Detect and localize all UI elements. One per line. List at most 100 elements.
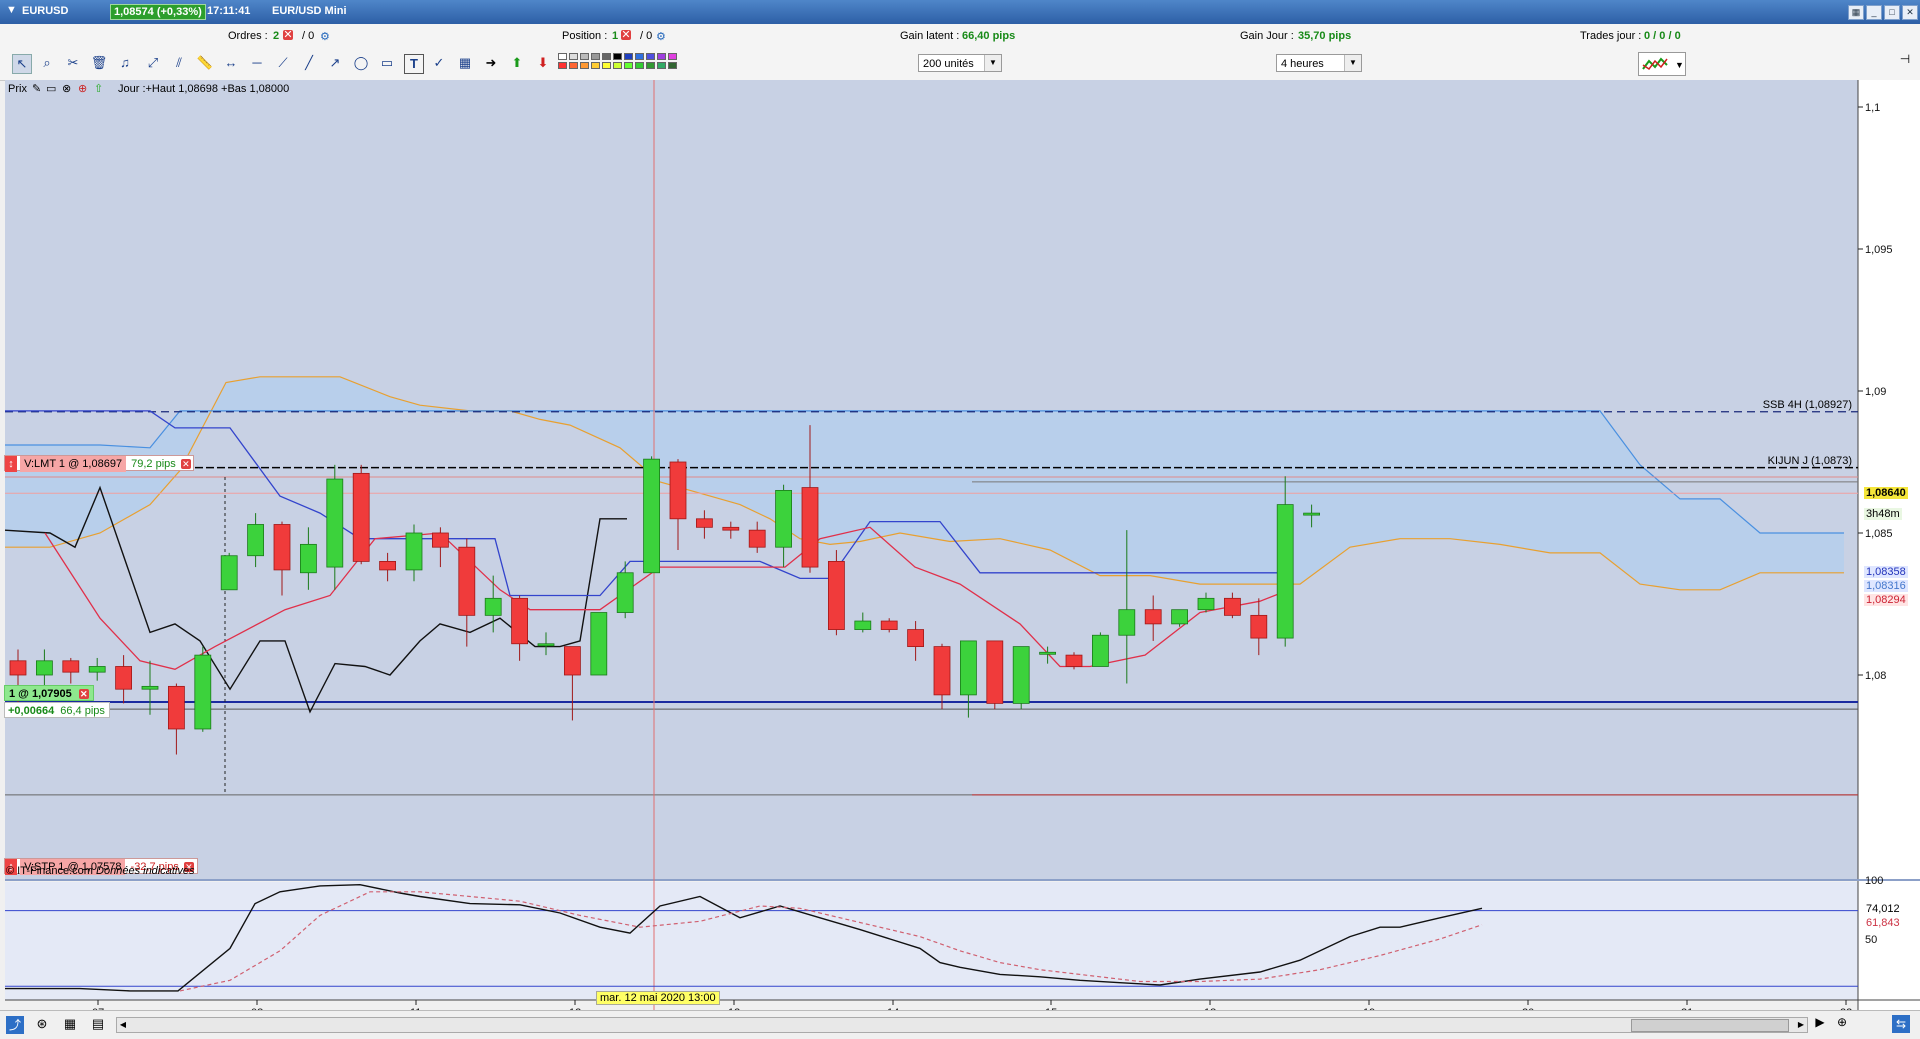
position-close-icon[interactable]: ✕ [78,689,89,699]
candle-body [1012,646,1030,704]
position-cancel-icon[interactable]: ✕ [621,30,631,41]
position-pnl: +0,00664 [8,705,55,717]
candle-body [590,612,608,676]
candle-body [1171,609,1188,625]
wrench-tool-icon[interactable]: ✂ [64,54,82,72]
orders-label: Ordres : [228,30,268,42]
limit-cancel-icon[interactable]: ✕ [180,459,191,469]
candle-body [537,643,555,647]
fibonacci-tool-icon[interactable]: ✓ [430,54,448,72]
ray-tool-icon[interactable]: ⟋ [274,54,292,72]
units-select[interactable]: 200 unités ▼ [918,54,1002,72]
hline-tool-icon[interactable]: ↔ [222,54,240,72]
copyright: © IT-Finance.com Données indicatives [6,865,194,877]
rectangle-tool-icon[interactable]: ▭ [378,54,396,72]
buy-arrow-icon[interactable]: ⬆ [508,54,526,72]
candle-body [167,685,185,730]
zoom-out-icon[interactable]: ⊕ [1834,1015,1850,1031]
kijun-value-label: 1,08358 [1864,566,1908,578]
scroll-right-icon[interactable]: ▶ [1795,1018,1807,1032]
tile-icon[interactable]: ▦ [1848,5,1864,20]
arrow-tool-icon[interactable]: ↗ [326,54,344,72]
limit-order-label: V:LMT 1 @ 1,08697 [20,456,127,472]
position-box[interactable]: 1 @ 1,07905 ✕ [4,685,94,701]
pin-icon[interactable]: ⊣ [1898,52,1912,74]
trendline-tool-icon[interactable]: ⤢ [144,54,162,72]
limit-order-pips: 79,2 pips [131,458,176,470]
trading-info-bar: Ordres : 2 ✕ / 0 ⚙ Position : 1 ✕ / 0 ⚙ … [0,24,1920,49]
candle-body [828,560,845,630]
instrument-name: EUR/USD Mini [272,5,347,17]
candle-body [431,532,449,548]
minimize-icon[interactable]: _ [1866,5,1882,20]
last-price-label: 1,08640 [1864,487,1908,499]
drag-handle-icon[interactable]: ↕ [5,456,17,472]
sell-arrow-icon[interactable]: ⬇ [534,54,552,72]
crosshair-date: mar. 12 mai 2020 13:00 [596,991,720,1005]
candle-body [1092,634,1109,667]
zoom-in-icon[interactable]: ▶ [1812,1015,1828,1031]
price-chart-svg[interactable]: 1,11,0951,091,0851,081005007081112131415… [0,80,1920,1010]
bell-tool-icon[interactable]: ♫ [116,54,134,72]
chart-type-icon: ▼ [1642,57,1684,71]
price-tick-label: 1,09 [1865,386,1886,398]
scroll-left-icon[interactable]: ◀ [117,1018,129,1032]
line-tool-icon[interactable]: ╱ [300,54,318,72]
ellipse-tool-icon[interactable]: ◯ [352,54,370,72]
oscillator-panel-background [5,882,1858,1000]
pin-right-icon[interactable]: ⇆ [1892,1015,1910,1033]
color-palette[interactable] [558,53,714,75]
right-arrow-tool-icon[interactable]: ➜ [482,54,500,72]
day-high-low: Jour :+Haut 1,08698 +Bas 1,08000 [118,83,290,95]
scroll-thumb[interactable] [1631,1019,1789,1032]
close-panel-icon[interactable]: ⊗ [62,82,71,95]
position-settings-icon[interactable]: ⚙ [656,30,666,43]
channel-tool-icon[interactable]: ⫽ [170,54,188,72]
edit-icon[interactable]: ✎ [32,82,41,95]
candle-body [247,524,265,557]
candle-body [933,646,951,696]
window-icon[interactable]: ▭ [46,82,56,95]
gann-tool-icon[interactable]: ▦ [456,54,474,72]
candle-body [907,629,924,647]
add-indicator-icon[interactable]: ⊕ [78,82,87,95]
pointer-tool-icon[interactable]: ↖ [12,54,32,74]
symbol-name[interactable]: EURUSD [22,5,68,17]
text-tool-icon[interactable]: T [404,54,424,74]
price-badge: 1,08574 (+0,33%) [110,4,206,20]
trash-tool-icon[interactable]: 🗑 [90,54,108,72]
stoch-d-value: 61,843 [1864,917,1902,929]
candle-body [616,572,634,613]
maximize-icon[interactable]: □ [1884,5,1900,20]
ssa-value-label: 1,08316 [1864,580,1908,592]
position-pips: 66,4 pips [60,705,105,717]
zoom-tool-icon[interactable]: ⌕ [38,54,56,72]
limit-order-box[interactable]: ↕ V:LMT 1 @ 1,08697 79,2 pips ✕ [4,455,194,472]
candle-body [1118,609,1136,636]
gain-latent-value: 66,40 pips [962,30,1016,42]
chart-area[interactable]: 1,11,0951,091,0851,081005007081112131415… [0,80,1920,1038]
orders-cancel-icon[interactable]: ✕ [283,30,293,41]
candle-body [880,620,898,630]
grid-icon[interactable]: ▦ [62,1016,78,1032]
window-menu-icon[interactable]: ▼ [6,4,17,16]
close-icon[interactable]: ✕ [1902,5,1918,20]
ruler-tool-icon[interactable]: 📏 [196,54,214,72]
candle-body [194,654,212,730]
candle-body [115,666,132,690]
units-select-value: 200 unités [923,58,974,70]
chart-type-button[interactable]: ▼ [1638,52,1686,76]
horizontal-scrollbar[interactable]: ◀ ▶ [116,1017,1808,1033]
segment-tool-icon[interactable]: ─ [248,54,266,72]
candle-body [141,685,159,690]
period-select-value: 4 heures [1281,58,1324,70]
orders-settings-icon[interactable]: ⚙ [320,30,330,43]
share-icon[interactable]: ⤴ [6,1016,24,1034]
up-arrow-icon[interactable]: ⇧ [94,82,103,95]
table-icon[interactable]: ▤ [90,1016,106,1032]
period-select[interactable]: 4 heures ▼ [1276,54,1362,72]
candle-body [801,487,819,568]
candle-body [511,597,529,645]
link-icon[interactable]: ⊛ [34,1016,50,1032]
price-axis-background [1858,80,1920,1010]
